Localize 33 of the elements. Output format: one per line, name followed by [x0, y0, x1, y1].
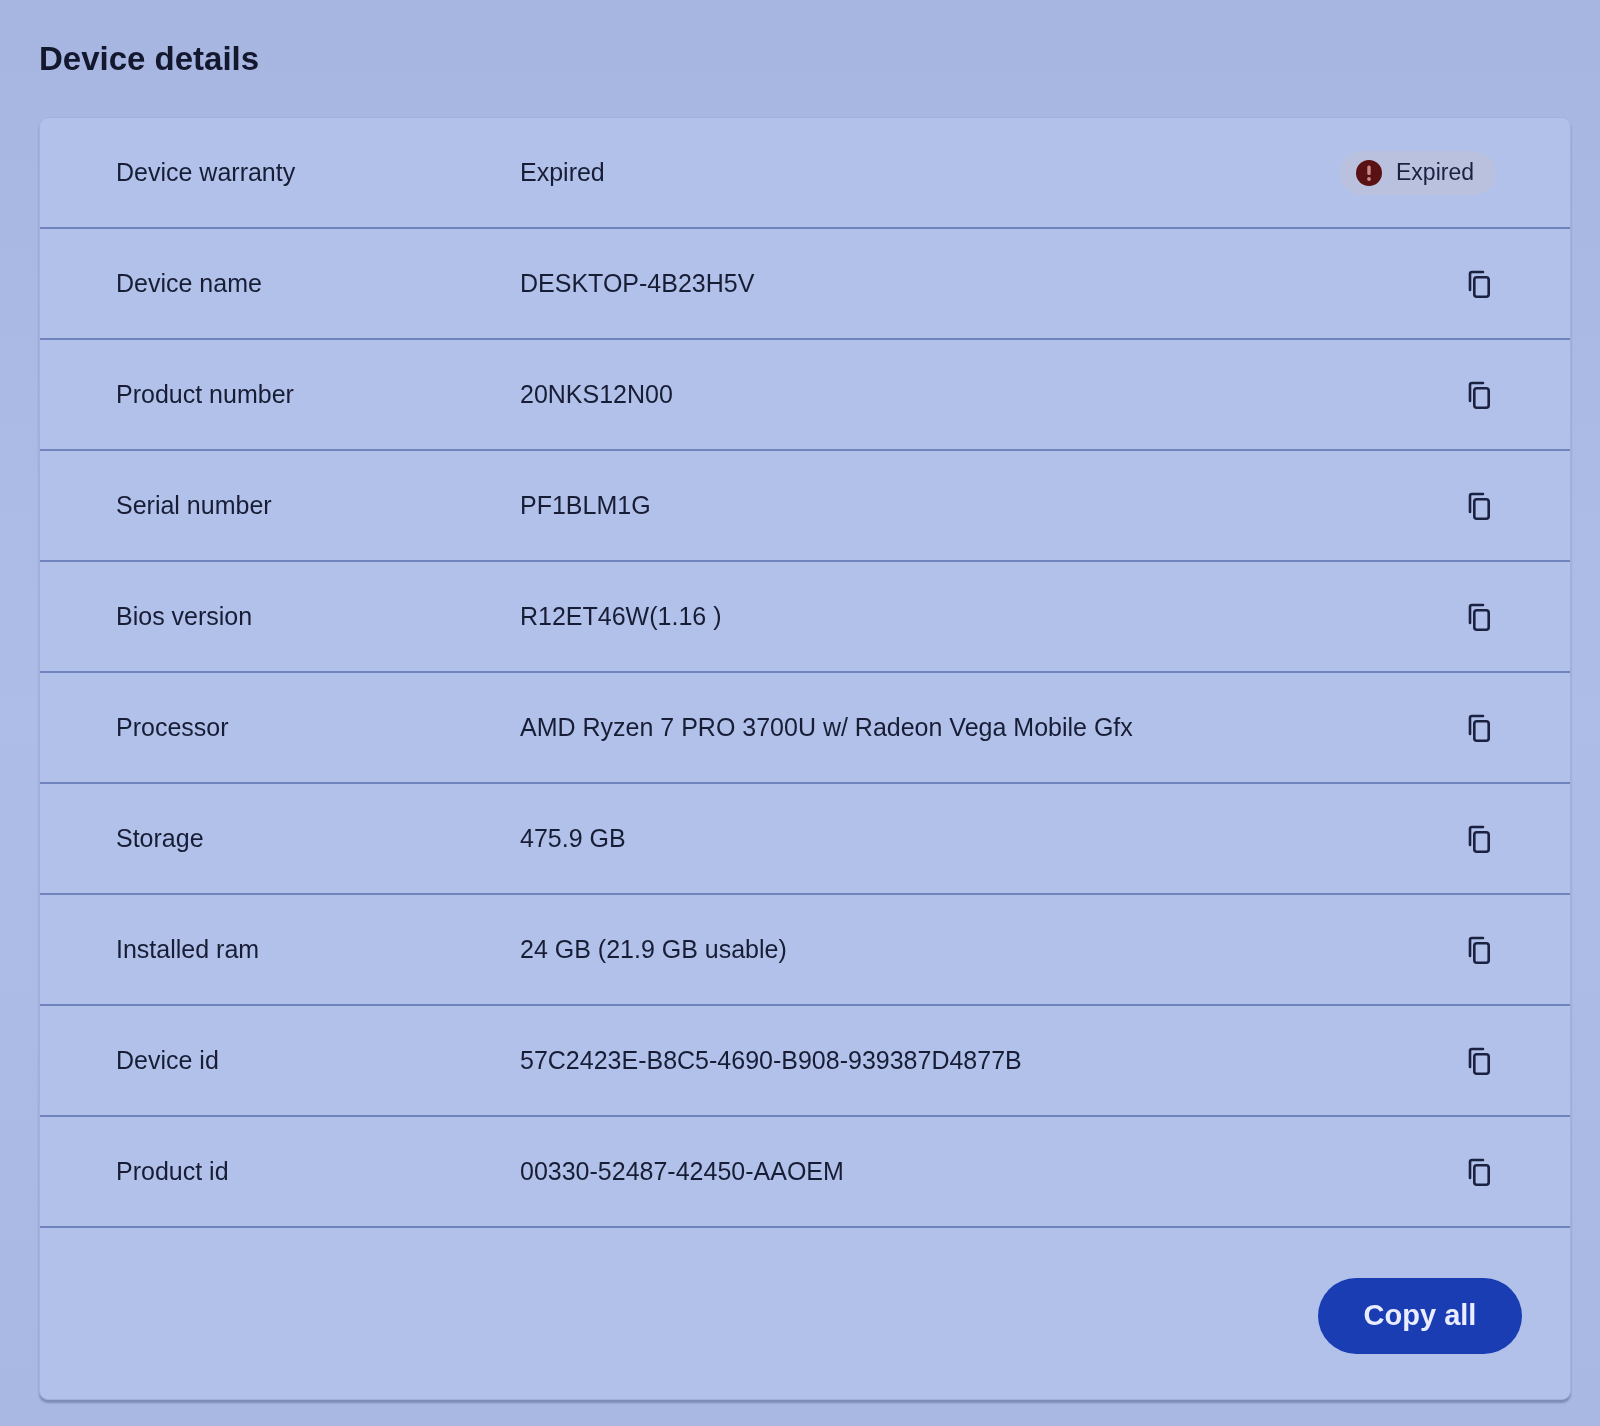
copy-icon[interactable] [1468, 1046, 1490, 1075]
field-label: Processor [116, 713, 230, 742]
field-label: Device name [116, 269, 263, 298]
field-label: Storage [116, 824, 205, 853]
copy-icon[interactable] [1468, 269, 1490, 298]
field-label: Device warranty [116, 158, 297, 187]
field-value: 00330-52487-42450-AAOEM [520, 1157, 845, 1186]
copy-all-button[interactable]: Copy all [1318, 1277, 1522, 1354]
badge-label: Expired [1396, 159, 1474, 186]
field-label: Product number [116, 380, 295, 409]
field-value: AMD Ryzen 7 PRO 3700U w/ Radeon Vega Mobile Gfx [520, 713, 1134, 742]
field-label: Device id [116, 1046, 220, 1075]
field-value: DESKTOP-4B23H5V [520, 269, 756, 298]
field-label: Product id [116, 1157, 230, 1186]
field-label: Bios version [116, 602, 254, 631]
field-value: 475.9 GB [520, 824, 627, 853]
alert-icon [1356, 159, 1382, 186]
copy-icon[interactable] [1468, 824, 1490, 853]
field-label: Serial number [116, 491, 273, 520]
copy-icon[interactable] [1468, 1157, 1490, 1186]
copy-icon[interactable] [1468, 602, 1490, 631]
copy-icon[interactable] [1468, 380, 1490, 409]
field-value: Expired [520, 158, 606, 187]
copy-icon[interactable] [1468, 491, 1490, 520]
page-title: Device details [39, 39, 260, 79]
field-value: 20NKS12N00 [520, 380, 674, 409]
field-value: 57C2423E-B8C5-4690-B908-939387D4877B [520, 1046, 1023, 1075]
copy-icon[interactable] [1468, 713, 1490, 742]
field-value: 24 GB (21.9 GB usable) [520, 935, 788, 964]
field-value: PF1BLM1G [520, 491, 652, 520]
field-label: Installed ram [116, 935, 261, 964]
field-value: R12ET46W(1.16 ) [520, 602, 723, 631]
copy-icon[interactable] [1468, 935, 1490, 964]
